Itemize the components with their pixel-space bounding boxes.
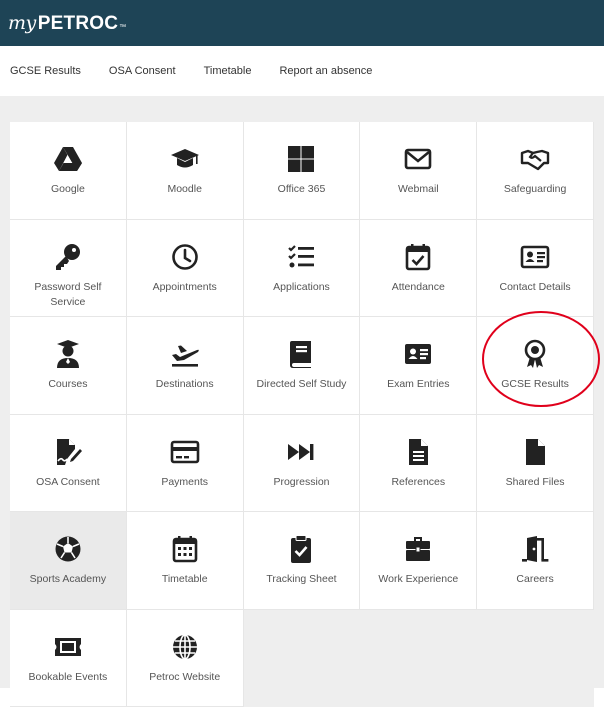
tile-contact-details[interactable]: Contact Details [477,220,594,318]
document-icon [403,437,433,467]
tile-label: Attendance [392,280,445,295]
tile-gcse-results[interactable]: GCSE Results [477,317,594,415]
tile-label: Bookable Events [28,670,107,685]
key-icon [53,242,83,272]
envelope-icon [403,144,433,174]
tile-label: Directed Self Study [257,377,347,392]
tile-label: Petroc Website [149,670,220,685]
tile-label: Work Experience [378,572,458,587]
id-card-icon [520,242,550,272]
tile-progression[interactable]: Progression [244,415,361,513]
tile-sports-academy[interactable]: Sports Academy [10,512,127,610]
file-icon [520,437,550,467]
nav-link-report-absence[interactable]: Report an absence [279,65,372,77]
tile-label: Sports Academy [30,572,106,587]
football-icon [53,534,83,564]
briefcase-icon [403,534,433,564]
logo-my-text: my [8,12,36,34]
mypetroc-logo[interactable]: my PETROC ™ [8,12,126,35]
plane-departure-icon [170,339,200,369]
tile-label: Password Self Service [18,280,118,310]
graduation-cap-icon [170,144,200,174]
app-tile-grid: Google Moodle Office 365 Webmail Safegua… [10,122,594,702]
calendar-icon [170,534,200,564]
empty-tile-slot [244,610,361,707]
tile-label: Destinations [156,377,214,392]
google-drive-icon [53,144,83,174]
tile-appointments[interactable]: Appointments [127,220,244,318]
tile-label: Shared Files [506,475,565,490]
tile-office-365[interactable]: Office 365 [244,122,361,220]
windows-icon [286,144,316,174]
tile-label: GCSE Results [501,377,569,392]
tile-tracking-sheet[interactable]: Tracking Sheet [244,512,361,610]
fast-forward-icon [286,437,316,467]
tile-label: Careers [516,572,553,587]
tile-label: Progression [273,475,329,490]
logo-trademark: ™ [119,24,126,31]
id-badge-icon [403,339,433,369]
checklist-icon [286,242,316,272]
tile-webmail[interactable]: Webmail [360,122,477,220]
calendar-check-icon [403,242,433,272]
clock-icon [170,242,200,272]
handshake-icon [520,144,550,174]
tile-label: OSA Consent [36,475,100,490]
tile-label: Timetable [162,572,208,587]
tile-label: Tracking Sheet [266,572,336,587]
tile-osa-consent[interactable]: OSA Consent [10,415,127,513]
tile-label: Webmail [398,182,439,197]
tile-safeguarding[interactable]: Safeguarding [477,122,594,220]
tile-courses[interactable]: Courses [10,317,127,415]
tile-exam-entries[interactable]: Exam Entries [360,317,477,415]
door-open-icon [520,534,550,564]
tile-label: References [391,475,445,490]
student-icon [53,339,83,369]
tile-references[interactable]: References [360,415,477,513]
tile-bookable-events[interactable]: Bookable Events [10,610,127,707]
quick-links-nav: GCSE Results OSA Consent Timetable Repor… [0,46,604,96]
tile-label: Safeguarding [504,182,566,197]
tile-label: Applications [273,280,330,295]
tile-directed-self-study[interactable]: Directed Self Study [244,317,361,415]
tile-password-self-service[interactable]: Password Self Service [10,220,127,318]
nav-link-timetable[interactable]: Timetable [204,65,252,77]
signature-icon [53,437,83,467]
tile-label: Payments [161,475,208,490]
tile-label: Appointments [153,280,217,295]
nav-link-osa-consent[interactable]: OSA Consent [109,65,176,77]
tile-applications[interactable]: Applications [244,220,361,318]
book-icon [286,339,316,369]
tile-label: Office 365 [278,182,326,197]
tile-google[interactable]: Google [10,122,127,220]
ticket-icon [53,632,83,662]
empty-tile-slot [360,610,477,707]
award-ribbon-icon [520,339,550,369]
tile-label: Moodle [167,182,201,197]
tile-label: Google [51,182,85,197]
tile-label: Courses [48,377,87,392]
empty-tile-slot [477,610,594,707]
tile-destinations[interactable]: Destinations [127,317,244,415]
top-header-bar: my PETROC ™ [0,0,604,46]
app-tiles-panel: Google Moodle Office 365 Webmail Safegua… [0,96,604,688]
clipboard-check-icon [286,534,316,564]
tile-moodle[interactable]: Moodle [127,122,244,220]
logo-petroc-text: PETROC [38,13,118,35]
tile-petroc-website[interactable]: Petroc Website [127,610,244,707]
tile-attendance[interactable]: Attendance [360,220,477,318]
tile-shared-files[interactable]: Shared Files [477,415,594,513]
tile-careers[interactable]: Careers [477,512,594,610]
tile-label: Exam Entries [387,377,449,392]
globe-icon [170,632,200,662]
nav-link-gcse-results[interactable]: GCSE Results [10,65,81,77]
credit-card-icon [170,437,200,467]
tile-payments[interactable]: Payments [127,415,244,513]
tile-label: Contact Details [499,280,570,295]
tile-work-experience[interactable]: Work Experience [360,512,477,610]
tile-timetable[interactable]: Timetable [127,512,244,610]
